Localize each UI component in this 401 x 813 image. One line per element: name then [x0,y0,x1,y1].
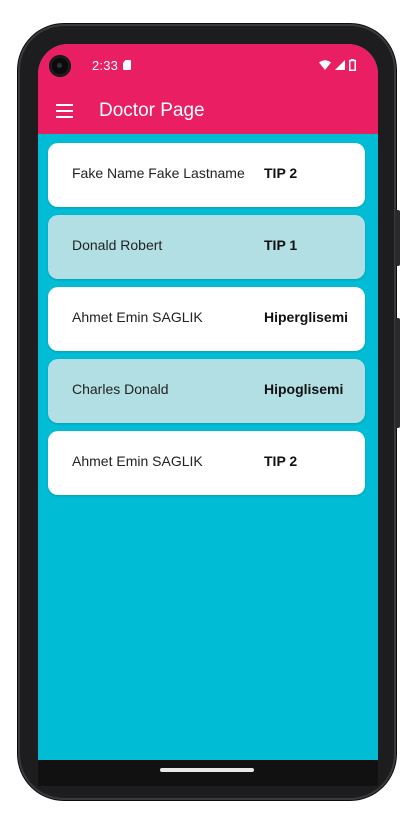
patient-card[interactable]: Ahmet Emin SAGLIK Hiperglisemi [48,287,365,351]
page-title: Doctor Page [99,100,205,121]
front-camera [49,55,71,77]
app-bar: Doctor Page [38,88,378,134]
status-icons [319,58,356,72]
power-button [395,210,400,266]
patient-diagnosis: TIP 2 [264,453,298,469]
patient-card[interactable]: Charles Donald Hipoglisemi [48,359,365,423]
patient-name: Ahmet Emin SAGLIK [72,453,203,469]
patient-diagnosis: Hiperglisemi [264,309,349,325]
patient-card[interactable]: Ahmet Emin SAGLIK TIP 2 [48,431,365,495]
patient-diagnosis: TIP 1 [264,237,298,253]
patient-card[interactable]: Fake Name Fake Lastname TIP 2 [48,143,365,207]
sim-card-icon [123,60,131,70]
screen: 2:33 Doctor Page Fake Name Fake Lastname… [38,44,378,760]
patient-name: Ahmet Emin SAGLIK [72,309,203,325]
signal-icon [335,60,345,70]
patient-name: Donald Robert [72,237,163,253]
battery-icon [349,59,356,71]
patient-list: Fake Name Fake Lastname TIP 2 Donald Rob… [48,143,365,503]
patient-name: Fake Name Fake Lastname [72,165,245,181]
volume-button [395,318,400,428]
wifi-icon [319,60,331,70]
status-bar: 2:33 [38,44,378,88]
patient-diagnosis: TIP 2 [264,165,298,181]
home-indicator[interactable] [160,768,254,772]
menu-icon[interactable] [48,95,80,127]
status-time: 2:33 [92,58,119,73]
patient-diagnosis: Hipoglisemi [264,381,344,397]
patient-card[interactable]: Donald Robert TIP 1 [48,215,365,279]
navigation-bar [38,760,378,786]
patient-name: Charles Donald [72,381,169,397]
